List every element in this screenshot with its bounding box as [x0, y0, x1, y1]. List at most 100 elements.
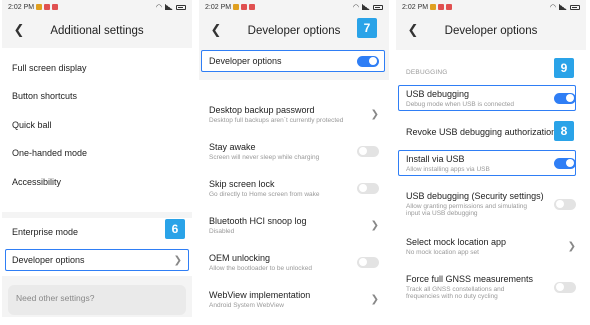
developer-options-switch[interactable]: [357, 55, 379, 67]
list-item-label: Bluetooth HCI snoop log: [209, 215, 307, 226]
list-item-subtitle: Screen will never sleep while charging: [209, 153, 320, 161]
list-item-label: Revoke USB debugging authorizations: [406, 127, 561, 137]
list-item-skip-screen-lock[interactable]: Skip screen lock Go directly to Home scre…: [199, 177, 389, 199]
developer-options-screen: 2:02 PM ◠ ❮ Developer options 7 Develope…: [199, 0, 389, 317]
usb-debugging-switch[interactable]: [554, 92, 576, 104]
list-item-force-full-gnss[interactable]: Force full GNSS measurements Track all GN…: [396, 272, 586, 302]
list-item-one-handed-mode[interactable]: One-handed mode: [2, 145, 192, 161]
list-item-label: OEM unlocking: [209, 252, 271, 263]
list-item-bluetooth-hci-snoop-log[interactable]: Bluetooth HCI snoop log Disabled ❯: [199, 214, 389, 236]
developer-options-toggle-row[interactable]: Developer options: [199, 52, 389, 70]
list-item-full-screen-display[interactable]: Full screen display: [2, 60, 192, 76]
list-item-label: Select mock location app: [406, 236, 507, 247]
list-item-subtitle: Debug mode when USB is connected: [406, 100, 515, 108]
list-item-usb-debugging[interactable]: USB debugging Debug mode when USB is conn…: [396, 87, 586, 109]
chevron-right-icon: ❯: [370, 293, 379, 305]
status-time: 2:02 PM: [402, 3, 429, 11]
list-item-subtitle: Allow granting permissions and simulatin…: [406, 203, 528, 210]
list-item-stay-awake[interactable]: Stay awake Screen will never sleep while …: [199, 140, 389, 162]
list-item-usb-debugging-security[interactable]: USB debugging (Security settings) Allow g…: [396, 189, 586, 219]
list-item-subtitle: Disabled: [209, 227, 235, 235]
list-item-label: USB debugging (Security settings): [406, 191, 544, 201]
additional-settings-screen: 2:02 PM ◠ ❮ Additional settings Full scr…: [2, 0, 192, 317]
skip-screen-lock-switch[interactable]: [357, 182, 379, 194]
list-item-quick-ball[interactable]: Quick ball: [2, 117, 192, 133]
page-title: Developer options: [444, 25, 538, 37]
list-item-subtitle: Track all GNSS constellations and: [406, 286, 505, 293]
battery-icon: [176, 4, 186, 10]
notification-icon: [438, 4, 445, 10]
list-item-oem-unlocking[interactable]: OEM unlocking Allow the bootloader to be …: [199, 251, 389, 273]
step-badge: 9: [554, 58, 574, 78]
notification-icon: [430, 4, 437, 10]
stay-awake-switch[interactable]: [357, 145, 379, 157]
back-arrow-icon[interactable]: ❮: [209, 22, 223, 37]
list-item-select-mock-location-app[interactable]: Select mock location app No mock location…: [396, 235, 586, 257]
list-item-subtitle: frequencies with no duty cycling: [406, 293, 498, 300]
status-bar: 2:02 PM ◠: [199, 0, 389, 14]
list-item-accessibility[interactable]: Accessibility: [2, 174, 192, 190]
list-item-label: Developer options: [209, 56, 282, 66]
back-arrow-icon[interactable]: ❮: [406, 22, 420, 37]
force-full-gnss-switch[interactable]: [554, 281, 576, 293]
usb-debugging-security-switch[interactable]: [554, 198, 576, 210]
list-item-label: Quick ball: [12, 120, 52, 130]
list-item-subtitle: input via USB debugging: [406, 210, 478, 217]
list-item-enterprise-mode[interactable]: Enterprise mode: [2, 224, 192, 240]
notification-icon: [233, 4, 240, 10]
list-item-subtitle: Go directly to Home screen from wake: [209, 190, 320, 198]
status-time: 2:02 PM: [205, 3, 232, 11]
list-item-subtitle: Allow installing apps via USB: [406, 165, 490, 173]
list-item-button-shortcuts[interactable]: Button shortcuts: [2, 88, 192, 104]
list-item-subtitle: Allow the bootloader to be unlocked: [209, 264, 312, 272]
chevron-right-icon: ❯: [567, 240, 576, 252]
wifi-icon: ◠: [352, 4, 359, 11]
list-item-developer-options[interactable]: Developer options ❯: [2, 252, 192, 268]
list-item-label: Install via USB: [406, 153, 465, 164]
notification-icon: [241, 4, 248, 10]
notification-icon: [36, 4, 43, 10]
list-item-label: Button shortcuts: [12, 91, 78, 101]
install-via-usb-switch[interactable]: [554, 157, 576, 169]
status-bar: 2:02 PM ◠: [396, 0, 586, 14]
back-arrow-icon[interactable]: ❮: [12, 22, 26, 37]
header: ❮ Developer options: [396, 14, 586, 48]
list-item-label: Desktop backup password: [209, 104, 315, 115]
list-item-label: WebView implementation: [209, 289, 311, 300]
list-item-label: Force full GNSS measurements: [406, 274, 534, 284]
wifi-icon: ◠: [549, 4, 556, 11]
list-item-label: Full screen display: [12, 63, 87, 73]
step-badge: 8: [554, 121, 574, 141]
step-badge: 7: [357, 18, 377, 38]
list-item-label: Accessibility: [12, 177, 62, 187]
page-title: Additional settings: [50, 25, 144, 37]
developer-options-debugging-screen: 2:02 PM ◠ ❮ Developer options DEBUGGING …: [396, 0, 586, 317]
list-item-subtitle: Android System WebView: [209, 301, 284, 309]
list-item-label: One-handed mode: [12, 148, 88, 158]
list-item-desktop-backup-password[interactable]: Desktop backup password Desktop full back…: [199, 103, 389, 125]
status-bar: 2:02 PM ◠: [2, 0, 192, 14]
status-time: 2:02 PM: [8, 3, 35, 11]
notification-icon: [249, 4, 256, 10]
search-card[interactable]: Need other settings?: [8, 285, 186, 315]
notification-icon: [446, 4, 453, 10]
section-header-debugging: DEBUGGING: [406, 69, 448, 76]
list-item-subtitle: No mock location app set: [406, 248, 479, 256]
list-item-label: USB debugging: [406, 88, 470, 99]
signal-icon: [362, 4, 370, 10]
oem-unlocking-switch[interactable]: [357, 256, 379, 268]
wifi-icon: ◠: [155, 4, 162, 11]
list-item-label: Enterprise mode: [12, 227, 79, 237]
list-item-label: Skip screen lock: [209, 178, 275, 189]
signal-icon: [165, 4, 173, 10]
list-item-label: Developer options: [12, 255, 85, 265]
list-item-webview-implementation[interactable]: WebView implementation Android System Web…: [199, 288, 389, 310]
notification-icon: [44, 4, 51, 10]
header: ❮ Additional settings: [2, 14, 192, 48]
list-item-install-via-usb[interactable]: Install via USB Allow installing apps via…: [396, 152, 586, 174]
list-item-subtitle: Desktop full backups aren`t currently pr…: [209, 116, 344, 124]
battery-icon: [373, 4, 383, 10]
step-badge: 6: [165, 219, 185, 239]
chevron-right-icon: ❯: [173, 254, 182, 266]
chevron-right-icon: ❯: [370, 219, 379, 231]
